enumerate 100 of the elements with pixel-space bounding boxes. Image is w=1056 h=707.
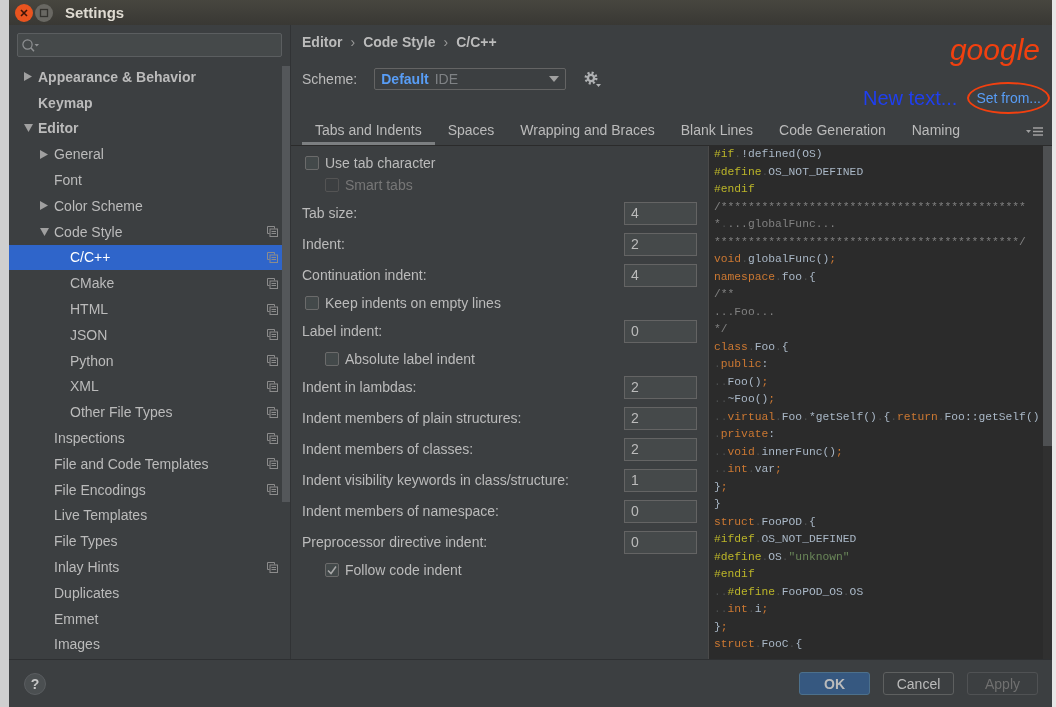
checkbox[interactable] xyxy=(305,156,319,170)
tree-item[interactable]: Live Templates xyxy=(9,502,282,529)
tree-item[interactable]: CMake xyxy=(9,270,282,297)
tab[interactable]: Naming xyxy=(898,117,973,145)
field-label: Preprocessor directive indent: xyxy=(302,534,489,550)
code-line: class.Foo.{ xyxy=(714,339,790,355)
code-line: void.globalFunc(); xyxy=(714,252,838,267)
list-dropdown-icon[interactable] xyxy=(1026,126,1044,136)
number-field[interactable]: 2 xyxy=(624,375,697,399)
checkbox-label: Absolute label indent xyxy=(345,351,475,367)
settings-icon[interactable] xyxy=(584,71,602,87)
breadcrumb-separator: › xyxy=(350,33,356,51)
breadcrumb-item[interactable]: Code Style xyxy=(363,33,436,51)
tree-item[interactable]: File Types xyxy=(9,528,282,555)
close-icon[interactable] xyxy=(15,3,33,22)
checkbox[interactable] xyxy=(305,296,319,310)
caret-down-icon[interactable] xyxy=(40,227,49,236)
number-field[interactable]: 0 xyxy=(624,319,697,343)
code-line: ..virtual.Foo.*getSelf().{.return.Foo::getSelf() xyxy=(714,409,1041,425)
tree-item[interactable]: Font xyxy=(9,167,282,193)
tree-item[interactable]: Editor xyxy=(9,115,282,142)
tab[interactable]: Tabs and Indents xyxy=(302,117,435,145)
number-field[interactable]: 4 xyxy=(624,201,697,225)
code-line: *********************************************/ xyxy=(714,234,1027,250)
code-line: ..~Foo(); xyxy=(714,392,777,407)
code-line: ..void.innerFunc(); xyxy=(714,444,844,460)
checkbox-label: Follow code indent xyxy=(345,562,462,578)
maximize-icon[interactable] xyxy=(35,3,53,22)
tree-item[interactable]: Inspections xyxy=(9,425,282,451)
tree-item[interactable]: File and Code Templates xyxy=(9,450,282,477)
number-field[interactable]: 0 xyxy=(624,530,697,554)
dialog-button[interactable]: OK xyxy=(799,672,870,695)
search-field[interactable] xyxy=(17,33,282,57)
code-line: ..#define.FooPOD_OS.OS xyxy=(714,584,865,600)
tree-item[interactable]: C/C++ xyxy=(9,244,282,271)
tree-item[interactable]: Appearance & Behavior xyxy=(9,64,282,90)
number-field[interactable]: 1 xyxy=(624,468,697,492)
field-label: Indent in lambdas: xyxy=(302,379,418,395)
caret-down-icon[interactable] xyxy=(24,124,33,133)
number-field[interactable]: 4 xyxy=(624,263,697,287)
help-button[interactable]: ? xyxy=(24,672,46,695)
code-line: ..Foo(); xyxy=(714,374,770,390)
code-line: } xyxy=(714,497,722,512)
caret-down-icon xyxy=(549,76,560,82)
tree-item[interactable]: Emmet xyxy=(9,605,282,632)
checkbox-label: Smart tabs xyxy=(345,177,413,193)
scrollbar-thumb[interactable] xyxy=(1043,146,1052,446)
tree-item[interactable]: Python xyxy=(9,347,282,374)
tree-item[interactable]: Inlay Hints xyxy=(9,554,282,580)
field-label: Label indent: xyxy=(302,323,384,339)
annotation-text: New text... xyxy=(862,86,958,110)
window-title: Settings xyxy=(65,4,125,21)
tree-item[interactable]: HTML xyxy=(9,296,282,322)
handwritten-note: google xyxy=(949,32,1040,68)
tree-item[interactable]: Color Scheme xyxy=(9,193,282,219)
caret-right-icon[interactable] xyxy=(24,72,32,82)
tab[interactable]: Code Generation xyxy=(766,117,899,145)
number-field[interactable]: 2 xyxy=(624,406,697,430)
code-line: .public: xyxy=(714,357,770,372)
tree-item[interactable]: File Encodings xyxy=(9,476,282,503)
checkmark-icon xyxy=(327,565,337,575)
field-label: Indent members of classes: xyxy=(302,441,475,457)
tab[interactable]: Blank Lines xyxy=(667,117,767,145)
checkbox[interactable] xyxy=(325,352,339,366)
code-line: /********************************************* xyxy=(714,199,1027,215)
code-line: ..int.var; xyxy=(714,462,783,477)
number-field[interactable]: 2 xyxy=(624,437,697,461)
number-field[interactable]: 2 xyxy=(624,232,697,256)
code-line: #define.OS."unknown" xyxy=(714,549,851,565)
code-line: *....globalFunc... xyxy=(714,217,838,232)
field-label: Tab size: xyxy=(302,205,359,221)
scrollbar-thumb[interactable] xyxy=(282,66,290,502)
code-line: #define.OS_NOT_DEFINED xyxy=(714,164,865,180)
code-line: }; xyxy=(714,479,729,495)
tab[interactable]: Wrapping and Braces xyxy=(507,117,668,145)
tree-item[interactable]: Duplicates xyxy=(9,579,282,606)
search-icon xyxy=(22,38,39,52)
tree-item[interactable]: JSON xyxy=(9,321,282,348)
field-label: Indent: xyxy=(302,236,346,252)
scheme-dropdown[interactable]: Default IDE xyxy=(374,68,567,90)
tree-item[interactable]: Keymap xyxy=(9,89,282,116)
code-line: #endif xyxy=(714,182,756,197)
caret-right-icon[interactable] xyxy=(40,149,48,159)
set-from-link[interactable]: Set from... xyxy=(976,90,1041,106)
tree-item[interactable]: Other File Types xyxy=(9,399,282,426)
tab[interactable]: Spaces xyxy=(434,117,508,145)
caret-right-icon[interactable] xyxy=(40,201,48,211)
tree-item[interactable]: Images xyxy=(9,631,282,658)
breadcrumb-item[interactable]: Editor xyxy=(302,33,343,51)
checkbox[interactable] xyxy=(325,563,339,577)
code-line: .private: xyxy=(714,427,777,442)
tree-item[interactable]: XML xyxy=(9,373,282,400)
tree-item[interactable]: Code Style xyxy=(9,218,282,245)
tree-item[interactable]: General xyxy=(9,141,282,168)
number-field[interactable]: 0 xyxy=(624,499,697,523)
checkbox-label: Keep indents on empty lines xyxy=(325,295,501,311)
code-line: */ xyxy=(714,322,729,337)
breadcrumb-item[interactable]: C/C++ xyxy=(456,33,497,51)
field-label: Indent members of plain structures: xyxy=(302,410,523,426)
dialog-button[interactable]: Cancel xyxy=(883,672,954,695)
